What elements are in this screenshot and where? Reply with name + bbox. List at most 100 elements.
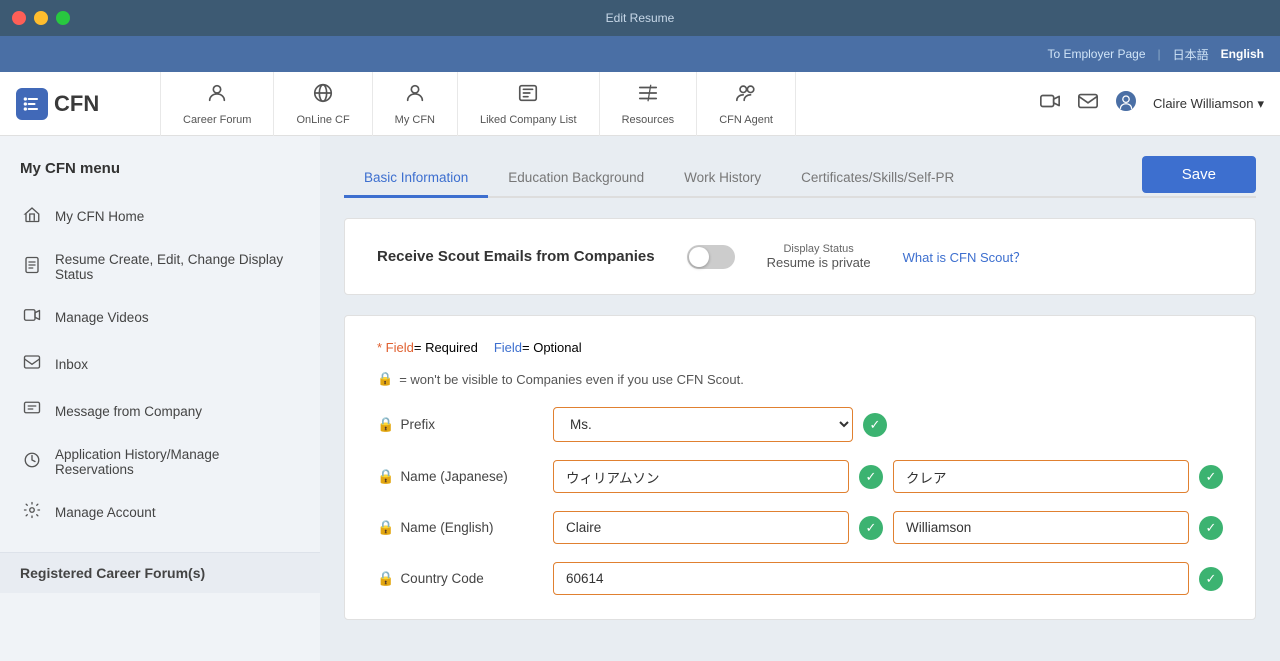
req-suffix: = Required: [414, 340, 478, 355]
employer-page-link[interactable]: To Employer Page: [1047, 47, 1145, 61]
name-english-last-input[interactable]: [893, 511, 1189, 544]
my-cfn-label: My CFN: [395, 114, 435, 126]
user-circle-icon: [1115, 90, 1137, 118]
minimize-button[interactable]: [34, 11, 48, 25]
sidebar-section-career-forum[interactable]: Registered Career Forum(s): [0, 552, 320, 593]
sidebar: My CFN menu My CFN Home Resume Create, E…: [0, 136, 320, 661]
nav-item-resources[interactable]: Resources: [600, 72, 698, 136]
nav-item-liked-company[interactable]: Liked Company List: [458, 72, 600, 136]
career-forum-icon: [206, 82, 228, 110]
liked-company-label: Liked Company List: [480, 114, 577, 126]
field-opt-label: Field: [494, 340, 522, 355]
scout-toggle[interactable]: [687, 245, 735, 269]
sidebar-item-resume-create[interactable]: Resume Create, Edit, Change Display Stat…: [0, 240, 320, 294]
prefix-row: 🔒 Prefix Ms. Mr. Dr. Prof. ✓: [377, 407, 1223, 442]
nav-item-career-forum[interactable]: Career Forum: [160, 72, 274, 136]
nav-item-my-cfn[interactable]: My CFN: [373, 72, 458, 136]
name-japanese-row: 🔒 Name (Japanese) ✓ ✓: [377, 460, 1223, 493]
name-english-label: 🔒 Name (English): [377, 519, 537, 536]
video-icon[interactable]: [1039, 90, 1061, 118]
sidebar-item-application-history[interactable]: Application History/Manage Reservations: [0, 435, 320, 489]
sidebar-item-label: Resume Create, Edit, Change Display Stat…: [55, 252, 300, 282]
online-cf-label: OnLine CF: [296, 114, 349, 126]
logo-text: CFN: [54, 91, 99, 117]
name-english-inputs: ✓ ✓: [553, 511, 1223, 544]
top-navigation: To Employer Page | 日本語 English: [0, 36, 1280, 72]
inbox-icon: [23, 353, 43, 376]
career-forum-label: Career Forum: [183, 114, 251, 126]
online-cf-icon: [312, 82, 334, 110]
sidebar-item-manage-videos[interactable]: Manage Videos: [0, 294, 320, 341]
name-en-first-check: ✓: [859, 516, 883, 540]
cfn-agent-icon: [735, 82, 757, 110]
document-icon: [23, 256, 43, 279]
logo-icon: [16, 88, 48, 120]
nav-item-cfn-agent[interactable]: CFN Agent: [697, 72, 796, 136]
cfn-scout-link[interactable]: What is CFN Scout？: [903, 247, 1027, 266]
opt-suffix: = Optional: [522, 340, 582, 355]
sidebar-item-manage-account[interactable]: Manage Account: [0, 489, 320, 536]
name-japanese-last-input[interactable]: [893, 460, 1189, 493]
country-code-row: 🔒 Country Code ✓: [377, 562, 1223, 595]
resources-label: Resources: [622, 114, 675, 126]
prefix-lock-icon: 🔒: [377, 416, 394, 433]
name-japanese-inputs: ✓ ✓: [553, 460, 1223, 493]
name-japanese-first-input[interactable]: [553, 460, 849, 493]
prefix-check-icon: ✓: [863, 413, 887, 437]
country-code-input[interactable]: [553, 562, 1189, 595]
tab-certificates[interactable]: Certificates/Skills/Self-PR: [781, 160, 974, 198]
nav-items: Career Forum OnLine CF My CFN Liked Comp…: [160, 72, 1039, 136]
user-name-display[interactable]: Claire Williamson ▾: [1153, 96, 1264, 112]
scout-section: Receive Scout Emails from Companies Disp…: [344, 218, 1256, 295]
tab-education[interactable]: Education Background: [488, 160, 664, 198]
main-navigation: CFN Career Forum OnLine CF My CFN: [0, 72, 1280, 136]
lock-symbol: 🔒: [377, 371, 393, 387]
tab-basic-info[interactable]: Basic Information: [344, 160, 488, 198]
cfn-agent-label: CFN Agent: [719, 114, 773, 126]
sidebar-item-label: Manage Account: [55, 505, 156, 520]
sidebar-title: My CFN menu: [0, 152, 320, 193]
resources-icon: [637, 82, 659, 110]
name-japanese-label: 🔒 Name (Japanese): [377, 468, 537, 485]
toggle-area: [687, 245, 735, 269]
lang-ja-link[interactable]: 日本語: [1173, 46, 1209, 63]
logo[interactable]: CFN: [16, 88, 136, 120]
display-status-group: Display Status Resume is private: [767, 243, 871, 270]
legend-required: * Field= Required: [377, 340, 478, 355]
sidebar-item-label: Inbox: [55, 357, 88, 372]
display-status-label: Display Status: [767, 243, 871, 255]
save-button[interactable]: Save: [1142, 156, 1256, 193]
sidebar-item-my-cfn-home[interactable]: My CFN Home: [0, 193, 320, 240]
tab-work-history[interactable]: Work History: [664, 160, 781, 198]
name-en-lock-icon: 🔒: [377, 519, 394, 536]
prefix-inputs: Ms. Mr. Dr. Prof. ✓: [553, 407, 1223, 442]
main-content: Save Basic Information Education Backgro…: [320, 136, 1280, 661]
name-ja-last-check: ✓: [1199, 465, 1223, 489]
scout-label: Receive Scout Emails from Companies: [377, 248, 655, 265]
toggle-knob: [689, 247, 709, 267]
prefix-select[interactable]: Ms. Mr. Dr. Prof.: [553, 407, 853, 442]
close-button[interactable]: [12, 11, 26, 25]
name-english-row: 🔒 Name (English) ✓ ✓: [377, 511, 1223, 544]
field-req-label: * Field: [377, 340, 414, 355]
tabs: Basic Information Education Background W…: [344, 160, 1256, 198]
maximize-button[interactable]: [56, 11, 70, 25]
lang-en-link[interactable]: English: [1221, 47, 1264, 61]
country-code-lock-icon: 🔒: [377, 570, 394, 587]
sidebar-item-message-company[interactable]: Message from Company: [0, 388, 320, 435]
sidebar-section-label: Registered Career Forum(s): [20, 565, 205, 581]
message-icon: [23, 400, 43, 423]
sidebar-item-inbox[interactable]: Inbox: [0, 341, 320, 388]
liked-company-icon: [517, 82, 539, 110]
mail-icon[interactable]: [1077, 90, 1099, 118]
field-legend: * Field= Required Field= Optional: [377, 340, 1223, 355]
history-icon: [23, 451, 43, 474]
titlebar: Edit Resume: [0, 0, 1280, 36]
name-english-first-input[interactable]: [553, 511, 849, 544]
nav-item-online-cf[interactable]: OnLine CF: [274, 72, 372, 136]
legend-optional: Field= Optional: [494, 340, 582, 355]
lang-divider: |: [1158, 47, 1161, 61]
country-code-check: ✓: [1199, 567, 1223, 591]
status-private-label: Resume is private: [767, 255, 871, 270]
nav-right: Claire Williamson ▾: [1039, 90, 1264, 118]
